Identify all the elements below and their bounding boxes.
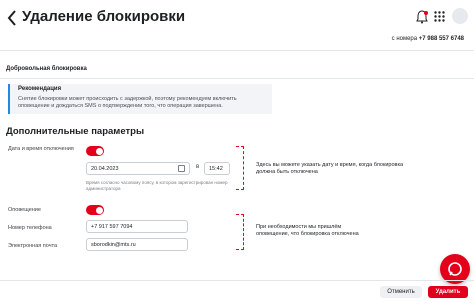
time-field[interactable]: 15:42 (204, 162, 230, 175)
page-title: Удаление блокировки (22, 8, 186, 25)
email-label: Электронная почта (8, 243, 58, 249)
params-title: Дополнительные параметры (6, 126, 145, 137)
timezone-hint: Время согласно часовому поясу, в котором… (86, 180, 228, 191)
footer-divider (0, 280, 474, 281)
phone-input[interactable]: +7 917 597 7094 (86, 220, 188, 233)
email-input-value: sborodkin@mts.ru (91, 242, 136, 248)
divider (0, 50, 474, 51)
notify-note: При необходимости мы пришлём оповещение,… (256, 224, 359, 237)
email-input[interactable]: sborodkin@mts.ru (86, 238, 188, 251)
notify-toggle[interactable] (86, 205, 104, 215)
page-header: Удаление блокировки (0, 0, 474, 36)
datetime-label: Дата и время отключения (8, 146, 74, 152)
date-value: 20.04.2023 (91, 166, 119, 172)
chat-icon (448, 262, 462, 276)
recommendation-text: Снятие блокировки может происходить с за… (18, 96, 237, 109)
phone-prefix: с номера (391, 36, 418, 42)
phone-number: +7 988 557 6748 (418, 36, 464, 42)
phone-input-value: +7 917 597 7094 (91, 224, 133, 230)
datetime-toggle[interactable] (86, 146, 104, 156)
bell-icon[interactable] (416, 10, 428, 24)
back-arrow-icon[interactable] (6, 9, 18, 27)
delete-button[interactable]: Удалить (428, 286, 468, 298)
recommendation-title: Рекомендация (18, 86, 62, 92)
phone-label: Номер телефона (8, 225, 52, 231)
notify-bracket (236, 214, 244, 250)
notify-label: Оповещение (8, 207, 41, 213)
avatar[interactable] (452, 8, 468, 24)
phone-number-line: с номера +7 988 557 6748 (392, 36, 464, 42)
divider (0, 78, 474, 79)
time-value: 15:42 (209, 166, 223, 172)
cancel-button[interactable]: Отменить (380, 286, 422, 298)
time-separator: в (196, 164, 200, 170)
recommendation-box: Рекомендация Снятие блокировки может про… (8, 84, 272, 114)
voluntary-block-title: Добровольная блокировка (6, 66, 87, 72)
datetime-note: Здесь вы можете указать дату и время, ко… (256, 162, 404, 175)
apps-grid-icon[interactable] (434, 11, 445, 22)
datetime-bracket (236, 146, 244, 190)
date-field[interactable]: 20.04.2023 (86, 162, 190, 175)
calendar-icon[interactable] (178, 165, 185, 172)
